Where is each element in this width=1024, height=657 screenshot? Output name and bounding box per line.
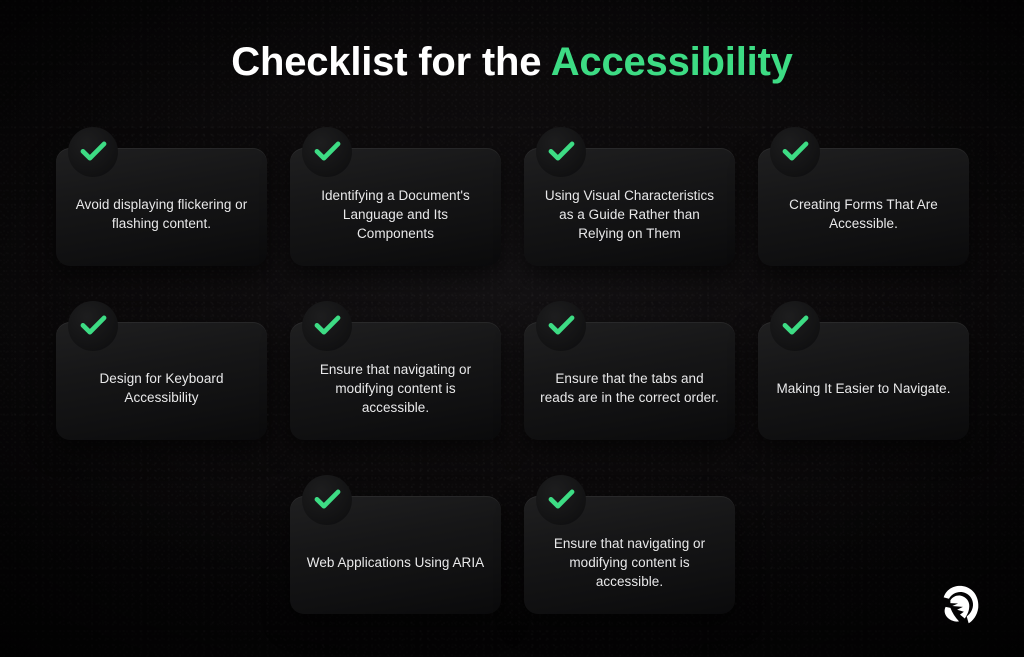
checklist-card[interactable]: Ensure that the tabs and reads are in th…	[524, 301, 735, 440]
checklist-card[interactable]: Design for Keyboard Accessibility	[56, 301, 267, 440]
checklist-card[interactable]: Ensure that navigating or modifying cont…	[524, 475, 735, 614]
checklist-card-label: Making It Easier to Navigate.	[776, 380, 951, 396]
checklist-card[interactable]: Avoid displaying flickering or flashing …	[56, 127, 267, 266]
checklist-card[interactable]: Ensure that navigating or modifying cont…	[290, 301, 501, 440]
check-icon	[536, 127, 586, 177]
check-icon	[68, 127, 118, 177]
checklist-card[interactable]: Creating Forms That Are Accessible.	[758, 127, 969, 266]
page-title-lead: Checklist for the	[231, 40, 551, 84]
check-icon	[770, 301, 820, 351]
check-icon	[302, 475, 352, 525]
check-icon	[536, 301, 586, 351]
checklist-card-label: Avoid displaying flickering or flashing …	[75, 197, 248, 231]
checklist-card-label: Identifying a Document's Language and It…	[321, 187, 470, 241]
check-icon	[68, 301, 118, 351]
checklist-card[interactable]: Web Applications Using ARIA	[290, 475, 501, 614]
checklist-card-label: Web Applications Using ARIA	[306, 554, 485, 570]
checklist-card-label: Ensure that the tabs and reads are in th…	[540, 371, 719, 405]
check-icon	[302, 301, 352, 351]
checklist-card-label: Design for Keyboard Accessibility	[99, 371, 224, 405]
check-icon	[536, 475, 586, 525]
checklist-card-label: Using Visual Characteristics as a Guide …	[544, 187, 715, 241]
checklist-card[interactable]: Identifying a Document's Language and It…	[290, 127, 501, 266]
spartan-helmet-logo	[936, 581, 984, 629]
checklist-card-label: Ensure that navigating or modifying cont…	[319, 361, 472, 415]
check-icon	[770, 127, 820, 177]
checklist-card-label: Creating Forms That Are Accessible.	[789, 197, 938, 231]
page-title-accent: Accessibility	[550, 40, 793, 84]
slide-canvas: Checklist for the Accessibility Avoid di…	[0, 0, 1024, 657]
grid-empty-slot	[56, 496, 267, 614]
checklist-card[interactable]: Making It Easier to Navigate.	[758, 301, 969, 440]
page-title: Checklist for the Accessibility	[0, 40, 1024, 85]
checklist-card[interactable]: Using Visual Characteristics as a Guide …	[524, 127, 735, 266]
check-icon	[302, 127, 352, 177]
checklist-grid: Avoid displaying flickering or flashing …	[56, 127, 969, 614]
checklist-card-label: Ensure that navigating or modifying cont…	[553, 535, 706, 589]
